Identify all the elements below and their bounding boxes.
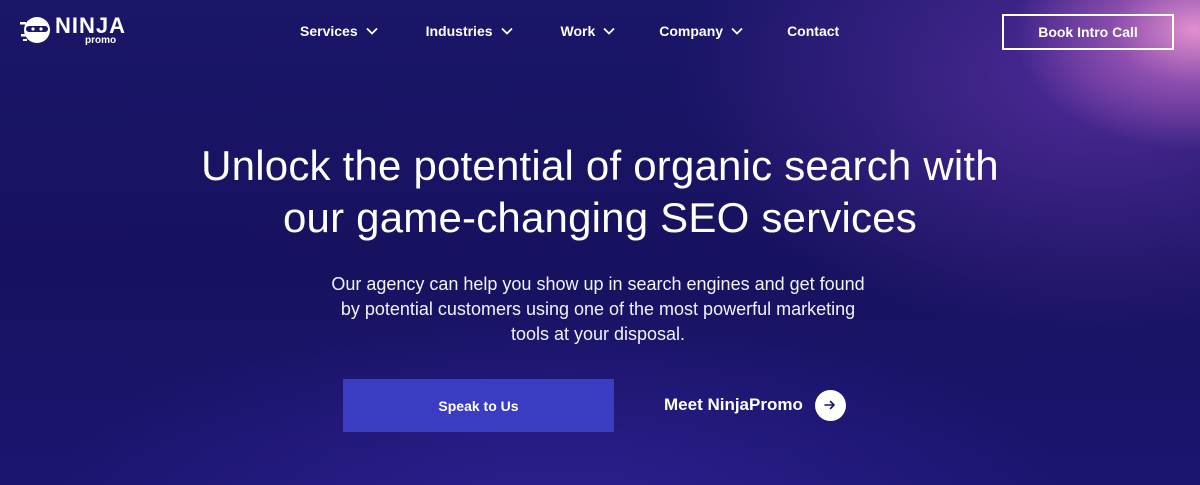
chevron-down-icon (500, 27, 513, 35)
main-nav: Services Industries Work Company Contact (300, 23, 887, 39)
nav-label: Company (659, 23, 724, 39)
nav-label: Work (560, 23, 596, 39)
meet-ninjapromo-link[interactable]: Meet NinjaPromo (664, 389, 846, 421)
hero-subtext: Our agency can help you show up in searc… (300, 272, 896, 347)
nav-label: Contact (787, 23, 840, 39)
nav-item-contact[interactable]: Contact (787, 23, 839, 39)
nav-label: Services (300, 23, 358, 39)
headline-line-2: our game-changing SEO services (283, 194, 917, 241)
arrow-right-icon (824, 400, 836, 410)
nav-item-industries[interactable]: Industries (426, 23, 513, 39)
arrow-right-button[interactable] (814, 389, 846, 421)
chevron-down-icon (731, 27, 743, 35)
page-title: Unlock the potential of organic search w… (0, 140, 1200, 244)
ninjapromo-logo[interactable]: NINJA promo (20, 14, 126, 46)
chevron-down-icon (365, 27, 378, 35)
subtext-line-1: Our agency can help you show up in searc… (331, 274, 865, 294)
nav-label: Industries (425, 23, 493, 39)
speak-to-us-button[interactable]: Speak to Us (343, 379, 614, 432)
subtext-line-2: by potential customers using one of the … (340, 299, 856, 319)
headline-line-1: Unlock the potential of organic search w… (201, 142, 999, 189)
nav-item-work[interactable]: Work (561, 23, 616, 39)
book-intro-call-button[interactable]: Book Intro Call (1002, 14, 1174, 50)
logo-wordmark: NINJA (55, 12, 127, 38)
nav-item-services[interactable]: Services (300, 23, 378, 39)
ninja-head-icon (20, 17, 50, 43)
subtext-line-3: tools at your disposal. (510, 324, 686, 344)
meet-ninjapromo-label: Meet NinjaPromo (664, 395, 803, 414)
chevron-down-icon (603, 27, 615, 35)
nav-item-company[interactable]: Company (659, 23, 743, 39)
hero-page: NINJA promo Services Industries Work Com… (0, 0, 1200, 485)
